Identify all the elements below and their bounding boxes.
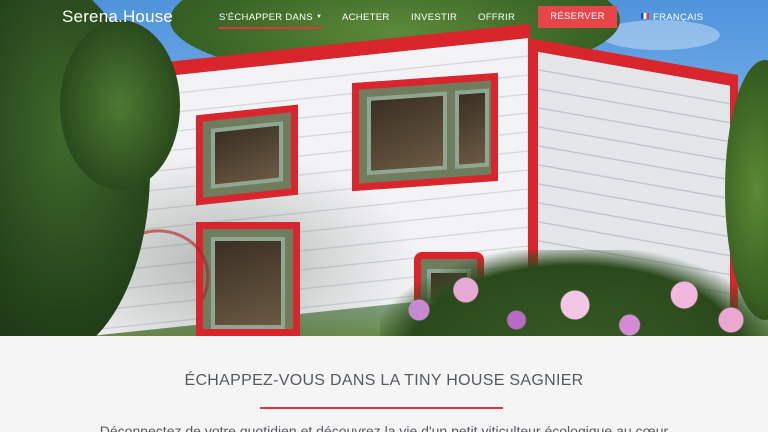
reserve-button[interactable]: RÉSERVER xyxy=(538,6,617,28)
language-selector[interactable]: FRANÇAIS xyxy=(641,12,703,23)
hero-image xyxy=(0,0,768,336)
title-divider xyxy=(260,407,503,409)
house-window xyxy=(352,72,498,192)
nav-item-escape[interactable]: S'ÉCHAPPER DANS ▼ xyxy=(219,12,323,29)
chevron-down-icon: ▼ xyxy=(315,14,323,21)
section-title: ÉCHAPPEZ-VOUS DANS LA TINY HOUSE SAGNIER xyxy=(184,372,584,389)
top-navigation: Serena.House S'ÉCHAPPER DANS ▼ ACHETER IN… xyxy=(0,0,768,34)
flag-france-icon xyxy=(641,13,649,19)
pine-branch xyxy=(60,20,180,190)
language-label: FRANÇAIS xyxy=(653,12,704,23)
nav-item-label: INVESTIR xyxy=(411,12,458,23)
intro-section: ÉCHAPPEZ-VOUS DANS LA TINY HOUSE SAGNIER… xyxy=(0,336,768,432)
house-door xyxy=(196,222,300,336)
nav-item-buy[interactable]: ACHETER xyxy=(342,12,390,23)
house-window xyxy=(196,104,298,206)
nav-item-label: OFFRIR xyxy=(478,12,516,23)
nav-item-offer[interactable]: OFFRIR xyxy=(478,12,515,23)
flower-bed xyxy=(380,250,768,336)
intro-text: Déconnectez de votre quotidien et découv… xyxy=(99,423,669,432)
nav-item-invest[interactable]: INVESTIR xyxy=(411,12,457,23)
nav-item-label: ACHETER xyxy=(342,12,390,23)
brand-logo[interactable]: Serena.House xyxy=(62,7,173,27)
nav-item-label: S'ÉCHAPPER DANS xyxy=(219,12,313,23)
